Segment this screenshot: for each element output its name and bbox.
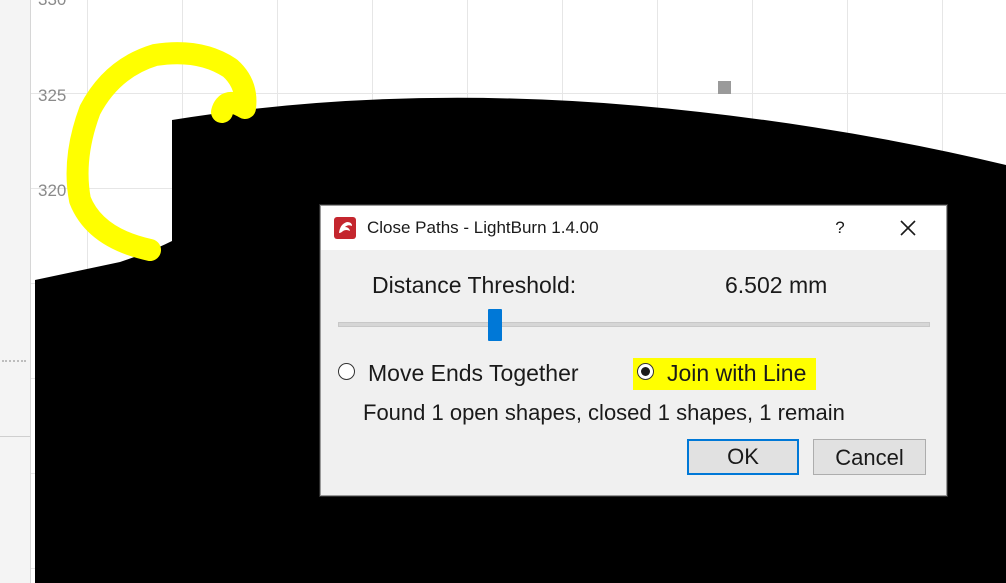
distance-threshold-label: Distance Threshold: <box>372 272 577 298</box>
close-paths-dialog: Close Paths - LightBurn 1.4.00 ? Distanc… <box>320 205 947 496</box>
radio-join-line-label: Join with Line <box>667 360 807 386</box>
radio-button-unselected[interactable] <box>338 363 355 380</box>
slider-track[interactable] <box>338 322 930 327</box>
radio-move-ends-together[interactable]: Move Ends Together <box>338 358 579 390</box>
distance-threshold-value: 6.502 mm <box>725 272 828 298</box>
radio-join-with-line[interactable]: Join with Line <box>633 358 817 390</box>
radio-move-ends-label: Move Ends Together <box>368 360 579 386</box>
node-marker[interactable] <box>718 81 731 94</box>
slider-thumb[interactable] <box>488 309 502 341</box>
dialog-title: Close Paths - LightBurn 1.4.00 <box>367 218 599 237</box>
ok-button[interactable]: OK <box>687 439 799 475</box>
dialog-titlebar[interactable]: Close Paths - LightBurn 1.4.00 ? <box>321 206 946 250</box>
help-button[interactable]: ? <box>827 214 853 242</box>
distance-threshold-slider[interactable] <box>338 306 930 346</box>
cancel-button[interactable]: Cancel <box>813 439 926 475</box>
radio-button-selected[interactable] <box>637 363 654 380</box>
status-message: Found 1 open shapes, closed 1 shapes, 1 … <box>363 400 845 425</box>
close-icon[interactable] <box>893 214 923 242</box>
lightburn-app-icon <box>334 217 356 239</box>
radio-selected-dot <box>641 367 650 376</box>
